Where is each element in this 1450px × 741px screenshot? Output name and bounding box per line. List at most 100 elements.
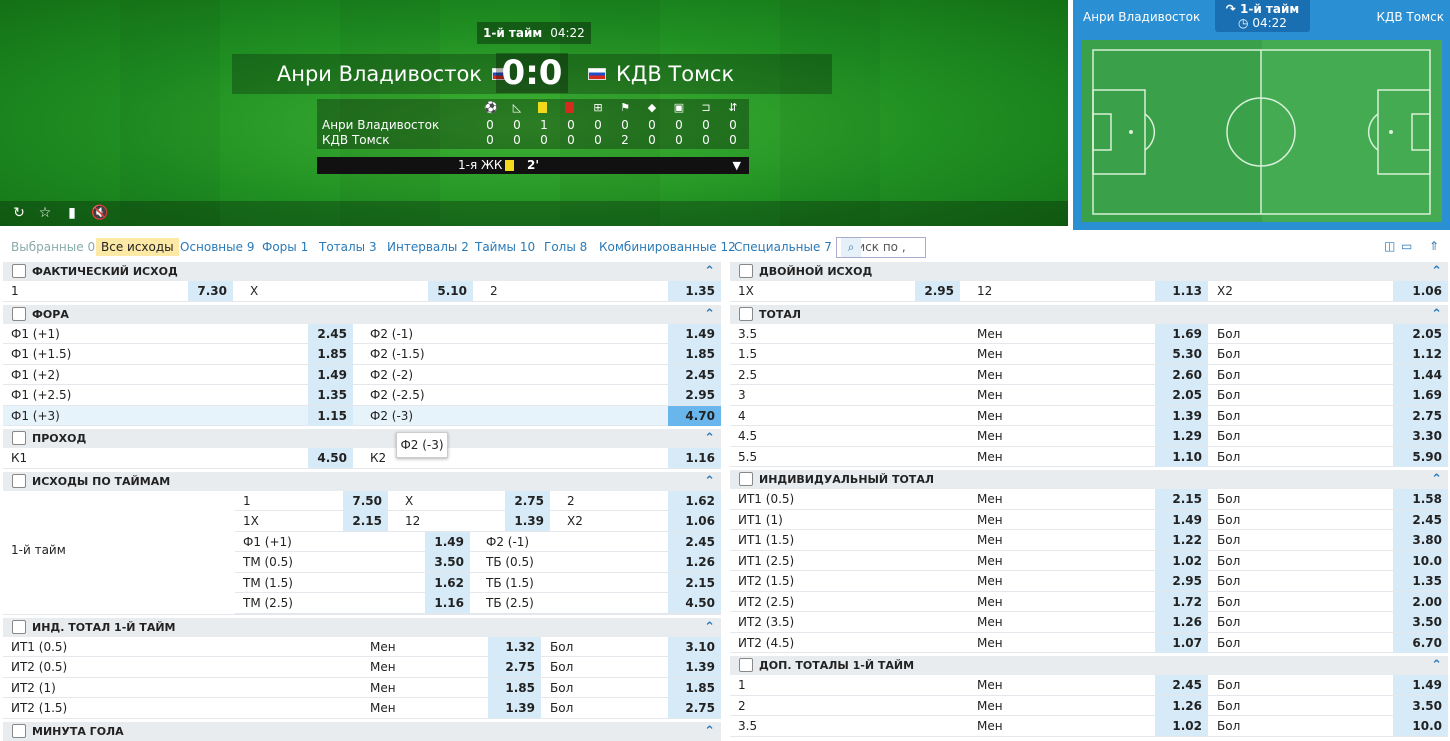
odds-button[interactable]: 2.45 — [668, 531, 721, 552]
stats-icon[interactable]: ▮ — [64, 205, 80, 221]
odds-button[interactable]: 1.13 — [1155, 281, 1208, 301]
odds-button[interactable]: 3.80 — [1393, 530, 1448, 550]
odds-button[interactable]: 2.60 — [1155, 364, 1208, 385]
handicap-header[interactable]: ФОРА ⌃ — [3, 304, 721, 324]
odds-button[interactable]: 2.00 — [1393, 591, 1448, 612]
odds-button[interactable]: 1.06 — [1393, 281, 1448, 301]
chevron-up-icon[interactable]: ⌃ — [1431, 470, 1442, 489]
tab-halves[interactable]: Таймы 10 — [470, 238, 540, 256]
odds-button[interactable]: 1.07 — [1155, 632, 1208, 653]
odds-button[interactable]: 1.02 — [1155, 716, 1208, 736]
odds-button[interactable]: 3.10 — [668, 636, 721, 657]
odds-button[interactable]: 1.02 — [1155, 550, 1208, 571]
odds-button[interactable]: 2.15 — [343, 511, 388, 531]
tab-handicaps[interactable]: Форы 1 — [257, 238, 313, 256]
odds-button[interactable]: 2.45 — [308, 323, 353, 344]
odds-button[interactable]: 2.75 — [488, 657, 541, 677]
odds-button[interactable]: 2.45 — [1393, 509, 1448, 530]
chevron-up-icon[interactable]: ⌃ — [704, 472, 715, 491]
odds-button[interactable]: 2.45 — [668, 364, 721, 385]
odds-button[interactable]: 1.26 — [1155, 695, 1208, 716]
odds-button[interactable]: 2.05 — [1393, 323, 1448, 344]
odds-button[interactable]: 1.69 — [1155, 323, 1208, 344]
one-column-view-icon[interactable]: ▭ — [1401, 240, 1415, 252]
checkbox[interactable] — [12, 306, 26, 321]
tab-main[interactable]: Основные 9 — [175, 238, 259, 256]
collapse-all-icon[interactable]: ⇑ — [1429, 240, 1443, 252]
odds-button[interactable]: 10.0 — [1393, 550, 1448, 571]
odds-button[interactable]: 10.0 — [1393, 716, 1448, 736]
odds-button[interactable]: 1.49 — [308, 364, 353, 385]
odds-button[interactable]: 2.95 — [1155, 571, 1208, 591]
odds-button[interactable]: 2.75 — [668, 698, 721, 718]
tab-favorites[interactable]: Выбранные 0 — [6, 238, 100, 256]
checkbox[interactable] — [12, 723, 26, 738]
chevron-up-icon[interactable]: ⌃ — [704, 429, 715, 448]
ind-total-half-header[interactable]: ИНД. ТОТАЛ 1-Й ТАЙМ ⌃ — [3, 617, 721, 637]
odds-button[interactable]: 2.95 — [915, 281, 960, 301]
odds-button[interactable]: 1.49 — [1393, 675, 1448, 695]
odds-button[interactable]: 1.85 — [308, 344, 353, 364]
indtotal-section-header[interactable]: ИНДИВИДУАЛЬНЫЙ ТОТАЛ ⌃ — [730, 470, 1448, 489]
chevron-up-icon[interactable]: ⌃ — [1431, 305, 1442, 324]
odds-button[interactable]: 1.49 — [1155, 509, 1208, 530]
odds-button[interactable]: 2.45 — [1155, 675, 1208, 695]
chevron-up-icon[interactable]: ⌃ — [704, 262, 715, 281]
odds-button[interactable]: 5.90 — [1393, 446, 1448, 467]
odds-button[interactable]: 4.50 — [308, 448, 353, 468]
odds-button[interactable]: 1.69 — [1393, 385, 1448, 405]
odds-button[interactable]: 2.05 — [1155, 385, 1208, 405]
odds-button[interactable]: 1.35 — [1393, 571, 1448, 591]
odds-button[interactable]: 1.62 — [425, 572, 470, 593]
odds-button[interactable]: 1.12 — [1393, 344, 1448, 364]
odds-button[interactable]: 1.26 — [668, 552, 721, 572]
odds-button[interactable]: 2.75 — [505, 490, 550, 511]
odds-button[interactable]: 3.30 — [1393, 426, 1448, 446]
odds-button[interactable]: 1.35 — [308, 385, 353, 405]
odds-button[interactable]: 1.39 — [505, 511, 550, 531]
addtotal-section-header[interactable]: ДОП. ТОТАЛЫ 1-Й ТАЙМ ⌃ — [730, 656, 1448, 675]
odds-button[interactable]: 1.72 — [1155, 591, 1208, 612]
odds-button[interactable]: 1.39 — [668, 657, 721, 677]
search-icon[interactable]: ⌕ — [841, 238, 861, 257]
odds-button[interactable]: 2.15 — [1155, 489, 1208, 509]
odds-button[interactable]: 1.15 — [308, 405, 353, 426]
chevron-up-icon[interactable]: ⌃ — [1431, 262, 1442, 281]
tab-intervals[interactable]: Интервалы 2 — [382, 238, 474, 256]
checkbox[interactable] — [12, 431, 26, 445]
odds-button[interactable]: 3.50 — [425, 552, 470, 572]
odds-button[interactable]: 1.16 — [425, 593, 470, 613]
odds-button[interactable]: 1.29 — [1155, 426, 1208, 446]
odds-button[interactable]: 1.58 — [1393, 489, 1448, 509]
mute-icon[interactable]: 🔇 — [91, 205, 108, 221]
odds-button[interactable]: 1.44 — [1393, 364, 1448, 385]
odds-button[interactable]: 1.26 — [1155, 612, 1208, 632]
odds-button[interactable]: 3.50 — [1393, 695, 1448, 716]
checkbox[interactable] — [12, 473, 26, 488]
odds-button[interactable]: 1.16 — [668, 448, 721, 468]
odds-button[interactable]: 5.10 — [428, 281, 473, 301]
chevron-up-icon[interactable]: ⌃ — [704, 305, 715, 324]
odds-button[interactable]: 1.39 — [488, 698, 541, 718]
pass-header[interactable]: ПРОХОД ⌃ — [3, 429, 721, 448]
total-section-header[interactable]: ТОТАЛ ⌃ — [730, 304, 1448, 324]
odds-button[interactable]: 1.85 — [668, 677, 721, 698]
odds-button[interactable]: 1.85 — [488, 677, 541, 698]
checkbox[interactable] — [739, 472, 753, 486]
odds-button[interactable]: 1.49 — [668, 323, 721, 344]
odds-button[interactable]: 1.35 — [668, 281, 721, 301]
odds-button[interactable]: 1.49 — [425, 531, 470, 552]
odds-button[interactable]: 1.06 — [668, 511, 721, 531]
odds-button[interactable]: 1.10 — [1155, 446, 1208, 467]
odds-button[interactable]: 1.62 — [668, 490, 721, 511]
odds-button[interactable]: 1.85 — [668, 344, 721, 364]
outcome-header[interactable]: ФАКТИЧЕСКИЙ ИСХОД ⌃ — [3, 262, 721, 281]
tab-combined[interactable]: Комбинированные 12 — [594, 238, 741, 256]
odds-button[interactable]: 4.50 — [668, 593, 721, 613]
chevron-up-icon[interactable]: ⌃ — [704, 618, 715, 637]
halves-header[interactable]: ИСХОДЫ ПО ТАЙМАМ ⌃ — [3, 471, 721, 491]
tab-totals[interactable]: Тоталы 3 — [314, 238, 382, 256]
goal-minute-header[interactable]: МИНУТА ГОЛА ⌃ — [3, 721, 721, 741]
checkbox[interactable] — [12, 264, 26, 278]
checkbox[interactable] — [12, 619, 26, 634]
